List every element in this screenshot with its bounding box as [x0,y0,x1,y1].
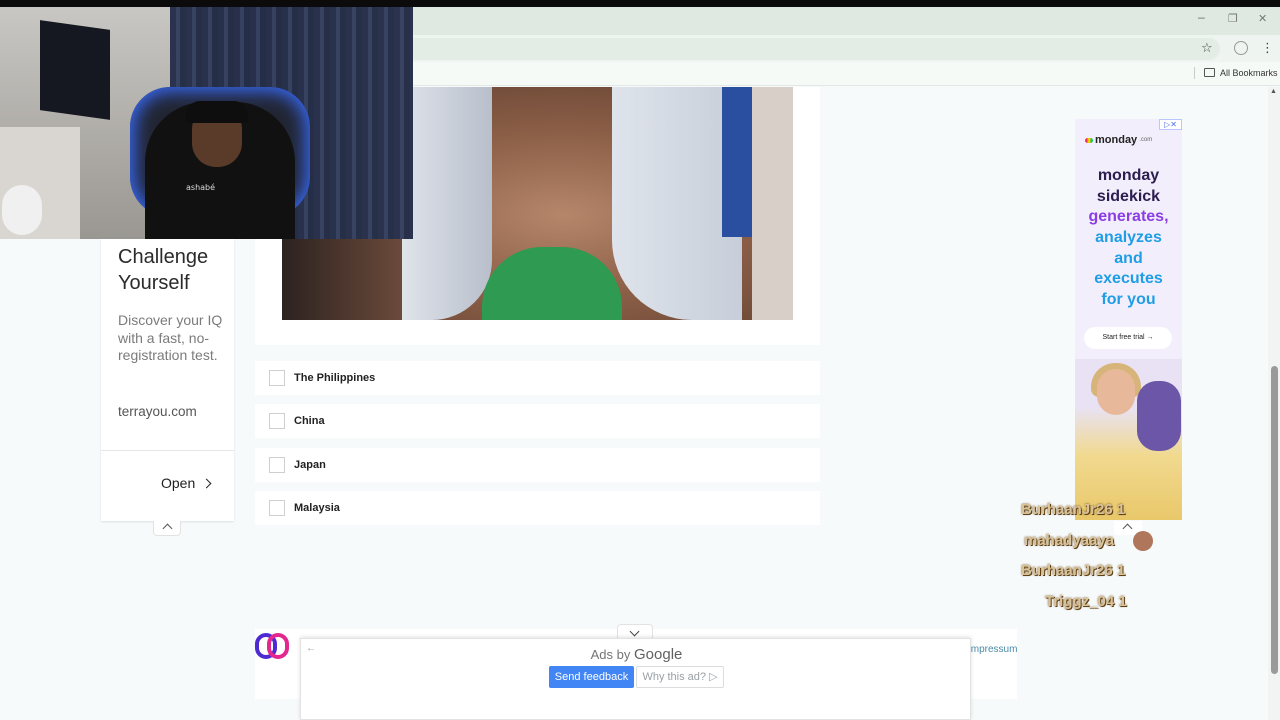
chevron-right-icon [201,478,212,488]
adchoices-icon[interactable]: ▷✕ [1159,119,1182,130]
ad-title: Challenge Yourself [118,246,209,294]
monday-logo-icon [1085,137,1093,143]
webcam-overlay: ashabé [0,7,413,239]
chat-username: mahadyaaya [1024,532,1115,549]
iq-ad-card[interactable]: Challenge Yourself Discover your IQ with… [101,239,234,521]
ad-headline-line: and [1114,250,1143,267]
minimize-icon[interactable]: ─ [1198,12,1205,25]
send-feedback-button[interactable]: Send feedback [549,666,634,688]
photo-top [482,247,622,320]
ad-open-button[interactable]: Open [161,475,212,491]
scroll-up-icon[interactable]: ▲ [1270,88,1277,95]
chat-username: BurhaanJr26 [1021,501,1113,518]
cam-lamp [2,185,42,235]
chat-emote-icon [1133,531,1153,551]
chat-message: mahadyaaya [1024,532,1114,549]
checkbox[interactable] [269,500,285,516]
option-label: China [294,415,325,427]
ad-photo-mascot [1137,381,1181,451]
site-logo-icon[interactable] [255,633,291,661]
chat-text: 1 [1116,501,1126,518]
ad-headline-line: monday [1097,167,1160,184]
start-free-trial-button[interactable]: Start free trial → [1084,327,1172,349]
ad-headline-line: for you [1101,291,1156,308]
restore-icon[interactable]: ❐ [1228,12,1238,25]
open-label: Open [161,475,196,491]
logo-ring-pink [267,633,289,659]
ad-headline-line: analyzes [1095,229,1162,246]
folder-icon[interactable] [1204,68,1215,77]
ad-description: Discover your IQ with a fast, no-registr… [118,312,223,363]
window-top-edge [0,0,1280,7]
photo-strap [722,87,752,237]
impressum-link[interactable]: Impressum [968,644,1017,655]
ad-headline-line: executes [1094,270,1163,287]
all-bookmarks-link[interactable]: All Bookmarks [1220,68,1278,78]
why-this-ad-button[interactable]: Why this ad? ▷ [636,666,724,688]
monday-ad[interactable]: monday .com monday sidekick generates, an… [1075,119,1182,520]
collapse-ad-button[interactable] [153,521,181,536]
chevron-down-icon [629,626,640,637]
chat-username: BurhaanJr26 [1021,562,1113,579]
address-bar[interactable] [405,38,1220,60]
cam-cap [186,101,248,123]
chat-message: Triggz_04 1 [1045,593,1127,610]
chat-text: 1 [1118,593,1127,610]
option-label: The Philippines [294,372,376,384]
quiz-option[interactable]: Japan [255,448,820,482]
checkbox[interactable] [269,370,285,386]
chat-username: Triggz_04 [1045,593,1115,610]
ad-headline-line: sidekick [1096,188,1161,205]
chat-message: BurhaanJr26 1 [1021,562,1125,579]
quiz-option[interactable]: Malaysia [255,491,820,525]
ad-domain: terrayou.com [118,404,197,419]
photo-background [752,87,793,320]
browser-menu-icon[interactable]: ⋮ [1261,41,1274,56]
bookmark-star-icon[interactable]: ☆ [1201,41,1213,56]
chat-text: 1 [1116,562,1126,579]
brand-suffix: .com [1139,137,1153,143]
quiz-option[interactable]: China [255,404,820,438]
monday-logo: monday .com [1085,134,1152,146]
google-anchor-ad: ← Ads by Google Send feedback Why this a… [300,638,971,720]
scrollbar-thumb[interactable] [1271,366,1278,674]
chat-message: BurhaanJr26 1 [1021,501,1125,518]
option-label: Japan [294,459,326,471]
brand-name: monday [1095,134,1138,146]
cam-tv [40,20,110,120]
quiz-option[interactable]: The Philippines [255,361,820,395]
google-wordmark: Google [634,646,683,663]
cam-shirt-print: ashabé [186,183,216,192]
photo-hood-left [402,87,492,320]
checkbox[interactable] [269,413,285,429]
bookmarks-separator [1194,67,1195,79]
divider [101,450,234,451]
close-icon[interactable]: ✕ [1258,12,1267,25]
ad-headline-line: generates, [1088,208,1169,225]
checkbox[interactable] [269,457,285,473]
profile-icon[interactable] [1234,41,1248,55]
ads-by-text: Ads by [590,647,631,662]
ads-by-google-label: Ads by Google [301,646,972,663]
chevron-up-icon [1122,523,1133,534]
ad-photo-face [1097,369,1135,415]
option-label: Malaysia [294,502,340,514]
chevron-up-icon [162,523,173,534]
